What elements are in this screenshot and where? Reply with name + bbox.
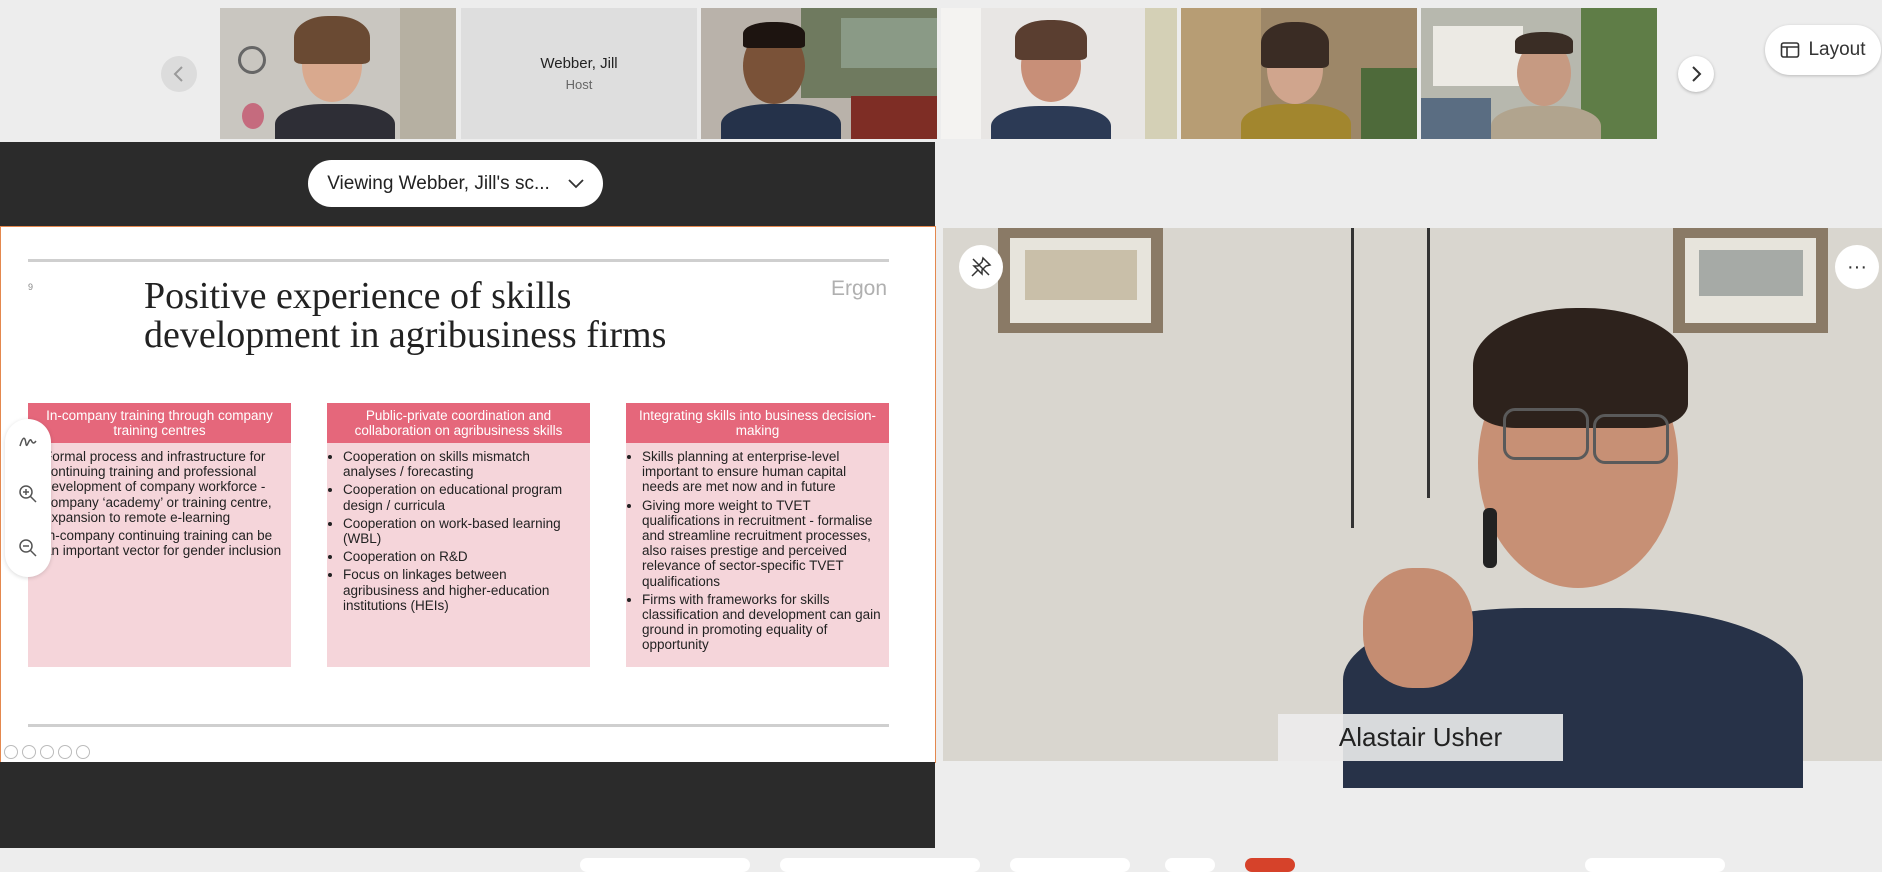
leave-button[interactable] — [1245, 858, 1295, 872]
box-bullet: Cooperation on educational program desig… — [343, 482, 584, 512]
annotate-button[interactable] — [18, 434, 38, 455]
viewing-label: Viewing Webber, Jill's sc... — [327, 172, 550, 194]
control-pill[interactable] — [780, 858, 980, 872]
zoom-out-button[interactable] — [18, 538, 38, 563]
host-thumbnail[interactable]: Webber, Jill Host — [461, 8, 697, 139]
box-bullet: Giving more weight to TVET qualification… — [642, 498, 883, 589]
participant-thumbnail-1[interactable] — [220, 8, 456, 139]
box-bullet: Formal process and infrastructure for co… — [44, 449, 285, 525]
unpin-icon — [971, 256, 992, 277]
zoom-out-icon — [19, 538, 37, 557]
layout-label: Layout — [1808, 39, 1866, 60]
participant-video — [1421, 8, 1657, 139]
control-pill[interactable] — [1165, 858, 1215, 872]
slide-box-3: Integrating skills into business decisio… — [626, 403, 889, 667]
box-bullet: Cooperation on R&D — [343, 549, 584, 564]
box-bullet: Focus on linkages between agribusiness a… — [343, 567, 584, 613]
more-options-button[interactable]: ··· — [1835, 245, 1879, 289]
speaker-name: Alastair Usher — [1338, 722, 1503, 752]
chevron-left-icon — [173, 66, 183, 82]
slide-title: Positive experience of skills developmen… — [144, 277, 744, 355]
box-bullet: Cooperation on work-based learning (WBL) — [343, 516, 584, 546]
slide-top-rule — [28, 259, 889, 262]
slide-box-1: In-company training through company trai… — [28, 403, 291, 667]
layout-icon — [1781, 42, 1800, 58]
mini-tool[interactable] — [76, 745, 90, 759]
host-name: Webber, Jill — [540, 55, 618, 72]
chevron-right-icon — [1692, 66, 1702, 82]
participant-video — [941, 8, 1177, 139]
slide-number: 9 — [28, 282, 34, 292]
annotate-icon — [19, 437, 37, 446]
brand-logo-text: Ergon — [831, 277, 888, 300]
slide-box-2: Public-private coordination and collabor… — [327, 403, 590, 667]
annotation-toolbar — [5, 419, 51, 577]
slide-mini-toolbar — [4, 745, 90, 759]
box-bullet: In-company continuing training can be an… — [44, 528, 285, 558]
shared-content-footer — [0, 762, 935, 848]
box-bullet: Firms with frameworks for skills classif… — [642, 592, 883, 653]
control-pill[interactable] — [580, 858, 750, 872]
box-heading: Integrating skills into business decisio… — [626, 403, 889, 443]
layout-button[interactable]: Layout — [1765, 25, 1881, 75]
participant-video — [220, 8, 456, 139]
box-bullet: Cooperation on skills mismatch analyses … — [343, 449, 584, 479]
control-pill[interactable] — [1010, 858, 1130, 872]
participant-thumbnail-4[interactable] — [941, 8, 1177, 139]
participant-thumbnail-3[interactable] — [701, 8, 937, 139]
slide-bottom-rule — [28, 724, 889, 727]
mini-tool[interactable] — [4, 745, 18, 759]
slide-title-line-1: Positive experience of skills — [144, 275, 572, 317]
zoom-in-button[interactable] — [18, 484, 38, 509]
filmstrip-prev-button[interactable] — [161, 56, 197, 92]
box-heading: Public-private coordination and collabor… — [327, 403, 590, 443]
mini-tool[interactable] — [40, 745, 54, 759]
mini-tool[interactable] — [58, 745, 72, 759]
more-icon: ··· — [1847, 255, 1867, 278]
box-bullet: Skills planning at enterprise-level impo… — [642, 449, 883, 495]
zoom-in-icon — [19, 484, 37, 503]
participant-video — [1181, 8, 1417, 139]
slide-title-line-2: development in agribusiness firms — [144, 314, 667, 356]
mini-tool[interactable] — [22, 745, 36, 759]
chevron-down-icon — [568, 178, 584, 188]
box-heading: In-company training through company trai… — [28, 403, 291, 443]
filmstrip-next-button[interactable] — [1678, 56, 1714, 92]
viewing-share-dropdown[interactable]: Viewing Webber, Jill's sc... — [308, 160, 603, 207]
unpin-button[interactable] — [959, 245, 1003, 289]
participant-thumbnail-5[interactable] — [1181, 8, 1417, 139]
participant-thumbnail-6[interactable] — [1421, 8, 1657, 139]
control-pill[interactable] — [1585, 858, 1725, 872]
participant-video — [701, 8, 937, 139]
shared-slide: 9 Positive experience of skills developm… — [0, 226, 936, 763]
host-role: Host — [565, 77, 593, 92]
active-speaker-video — [943, 228, 1882, 788]
speaker-name-tag: Alastair Usher — [1278, 714, 1563, 761]
